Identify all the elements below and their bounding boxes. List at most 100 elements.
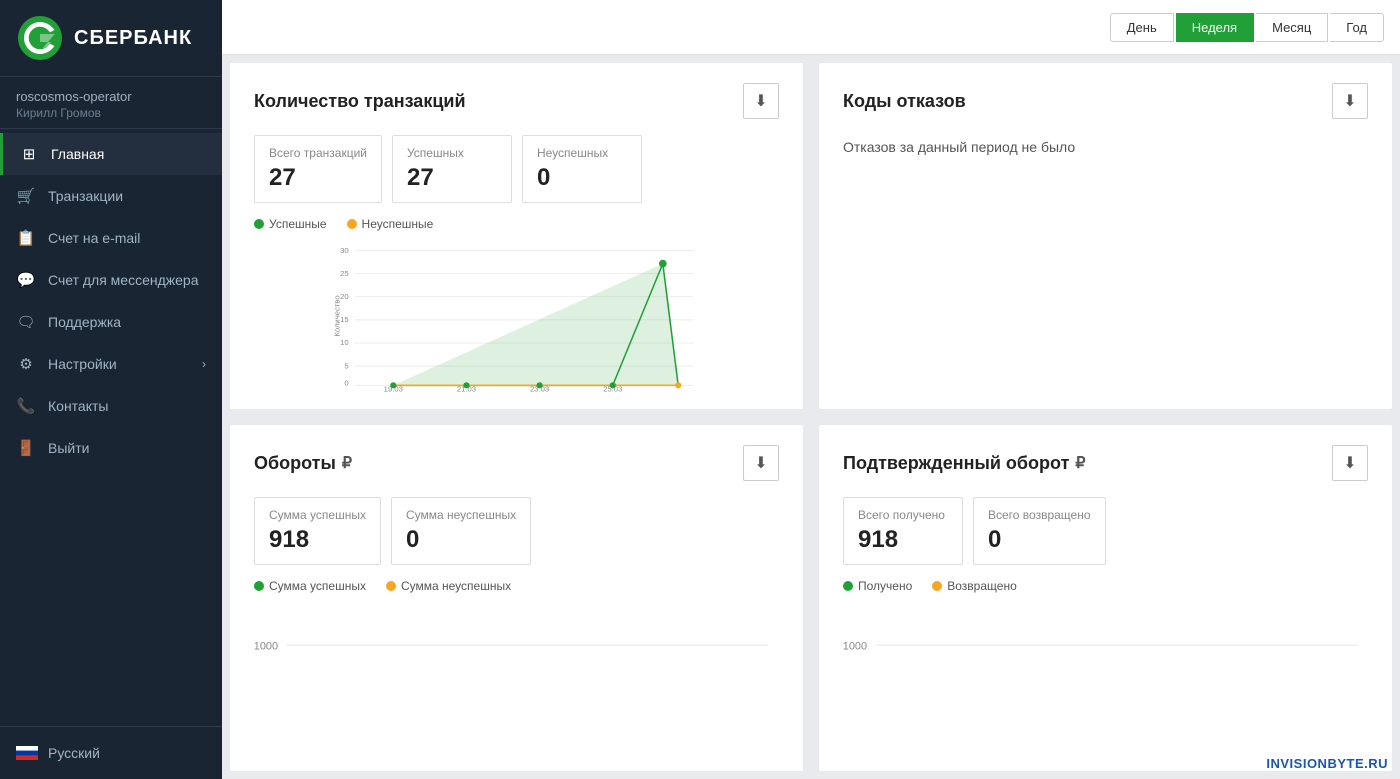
nav-icon-support: 🗨 [16,313,36,331]
nav-label-contacts: Контакты [48,398,206,414]
content-grid: Количество транзакций ⬇ Всего транзакций… [222,55,1400,779]
legend-confirmed-returned-label: Возвращено [947,579,1016,593]
sidebar-item-transactions[interactable]: 🛒 Транзакции [0,175,222,217]
sidebar-item-contacts[interactable]: 📞 Контакты [0,385,222,427]
sidebar-bottom: Русский [0,726,222,779]
nav-icon-settings: ⚙ [16,355,36,373]
widget-turnover-title: Обороты ₽ [254,453,352,474]
widget-transactions-title: Количество транзакций [254,91,466,112]
sidebar-nav: ⊞ Главная 🛒 Транзакции 📋 Счет на e-mail … [0,129,222,726]
sidebar: СБЕРБАНК roscosmos-operator Кирилл Громо… [0,0,222,779]
realname: Кирилл Громов [16,106,206,120]
refusals-no-data: Отказов за данный период не было [843,139,1368,155]
legend-failed: Неуспешные [347,217,434,231]
transactions-chart: 30 25 20 15 10 5 0 Количество [254,239,779,393]
username: roscosmos-operator [16,89,206,104]
sidebar-logo: СБЕРБАНК [0,0,222,77]
legend-failed-label: Неуспешные [362,217,434,231]
widget-refusals-header: Коды отказов ⬇ [843,83,1368,119]
stat-total-received-value: 918 [858,526,948,554]
period-btn-year[interactable]: Год [1330,13,1384,42]
legend-confirmed-received-dot [843,581,853,591]
legend-turnover-success-label: Сумма успешных [269,579,366,593]
download-refusals-button[interactable]: ⬇ [1332,83,1368,119]
svg-text:30: 30 [340,246,349,255]
sidebar-item-email-account[interactable]: 📋 Счет на e-mail [0,217,222,259]
widget-transactions-header: Количество транзакций ⬇ [254,83,779,119]
logo-text: СБЕРБАНК [74,27,192,50]
nav-icon-messenger-account: 💬 [16,271,36,289]
stat-successful-sum: Сумма успешных 918 [254,497,381,565]
widget-transactions: Количество транзакций ⬇ Всего транзакций… [230,63,803,409]
stat-successful-sum-value: 918 [269,526,366,554]
legend-turnover-success-dot [254,581,264,591]
period-btn-day[interactable]: День [1110,13,1174,42]
confirmed-stats-row: Всего получено 918 Всего возвращено 0 [843,497,1368,565]
legend-confirmed-received-label: Получено [858,579,912,593]
nav-label-email-account: Счет на e-mail [48,230,206,246]
svg-text:1000: 1000 [254,641,278,653]
sidebar-item-settings[interactable]: ⚙ Настройки › [0,343,222,385]
sidebar-item-support[interactable]: 🗨 Поддержка [0,301,222,343]
widget-turnover: Обороты ₽ ⬇ Сумма успешных 918 Сумма неу… [230,425,803,771]
period-btn-month[interactable]: Месяц [1256,13,1328,42]
download-transactions-button[interactable]: ⬇ [743,83,779,119]
stat-total-returned: Всего возвращено 0 [973,497,1106,565]
stat-total-received-label: Всего получено [858,508,948,522]
stat-successful-label: Успешных [407,146,497,160]
legend-confirmed-returned: Возвращено [932,579,1016,593]
sidebar-item-logout[interactable]: 🚪 Выйти [0,427,222,469]
stat-failed-value: 0 [537,164,627,192]
stat-total-returned-value: 0 [988,526,1091,554]
legend-successful: Успешные [254,217,327,231]
stat-successful-transactions: Успешных 27 [392,135,512,203]
nav-arrow-settings: › [202,357,206,371]
nav-label-support: Поддержка [48,314,206,330]
transactions-chart-svg: 30 25 20 15 10 5 0 Количество [254,239,779,393]
nav-icon-logout: 🚪 [16,439,36,457]
nav-icon-contacts: 📞 [16,397,36,415]
confirmed-currency: ₽ [1075,453,1085,473]
sidebar-item-home[interactable]: ⊞ Главная [0,133,222,175]
language-selector[interactable]: Русский [0,735,222,771]
download-turnover-button[interactable]: ⬇ [743,445,779,481]
stat-failed-sum: Сумма неуспешных 0 [391,497,531,565]
nav-label-logout: Выйти [48,440,206,456]
download-confirmed-button[interactable]: ⬇ [1332,445,1368,481]
widget-confirmed: Подтвержденный оборот ₽ ⬇ Всего получено… [819,425,1392,771]
widget-turnover-header: Обороты ₽ ⬇ [254,445,779,481]
svg-text:0: 0 [344,378,348,387]
turnover-chart: 1000 [254,601,779,755]
stat-successful-value: 27 [407,164,497,192]
nav-icon-email-account: 📋 [16,229,36,247]
widget-confirmed-header: Подтвержденный оборот ₽ ⬇ [843,445,1368,481]
legend-confirmed-received: Получено [843,579,912,593]
period-btn-week[interactable]: Неделя [1176,13,1254,42]
stat-total-value: 27 [269,164,367,192]
legend-turnover-fail-dot [386,581,396,591]
svg-text:10: 10 [340,338,349,347]
nav-label-home: Главная [51,146,206,162]
language-label: Русский [48,745,100,761]
stat-failed-sum-label: Сумма неуспешных [406,508,516,522]
turnover-legend: Сумма успешных Сумма неуспешных [254,579,779,593]
turnover-stats-row: Сумма успешных 918 Сумма неуспешных 0 [254,497,779,565]
legend-successful-dot [254,219,264,229]
nav-label-messenger-account: Счет для мессенджера [48,272,206,288]
widget-refusals-title: Коды отказов [843,91,966,112]
stat-failed-sum-value: 0 [406,526,516,554]
svg-text:1000: 1000 [843,641,867,653]
legend-turnover-fail: Сумма неуспешных [386,579,511,593]
sidebar-item-messenger-account[interactable]: 💬 Счет для мессенджера [0,259,222,301]
flag-icon [16,746,38,760]
svg-text:25: 25 [340,269,349,278]
legend-successful-label: Успешные [269,217,327,231]
confirmed-chart: 1000 [843,601,1368,755]
turnover-title-text: Обороты [254,453,336,474]
sberbank-logo-icon [16,14,64,62]
widget-refusals: Коды отказов ⬇ Отказов за данный период … [819,63,1392,409]
legend-confirmed-returned-dot [932,581,942,591]
nav-icon-home: ⊞ [19,145,39,163]
stat-total-transactions: Всего транзакций 27 [254,135,382,203]
stat-total-label: Всего транзакций [269,146,367,160]
